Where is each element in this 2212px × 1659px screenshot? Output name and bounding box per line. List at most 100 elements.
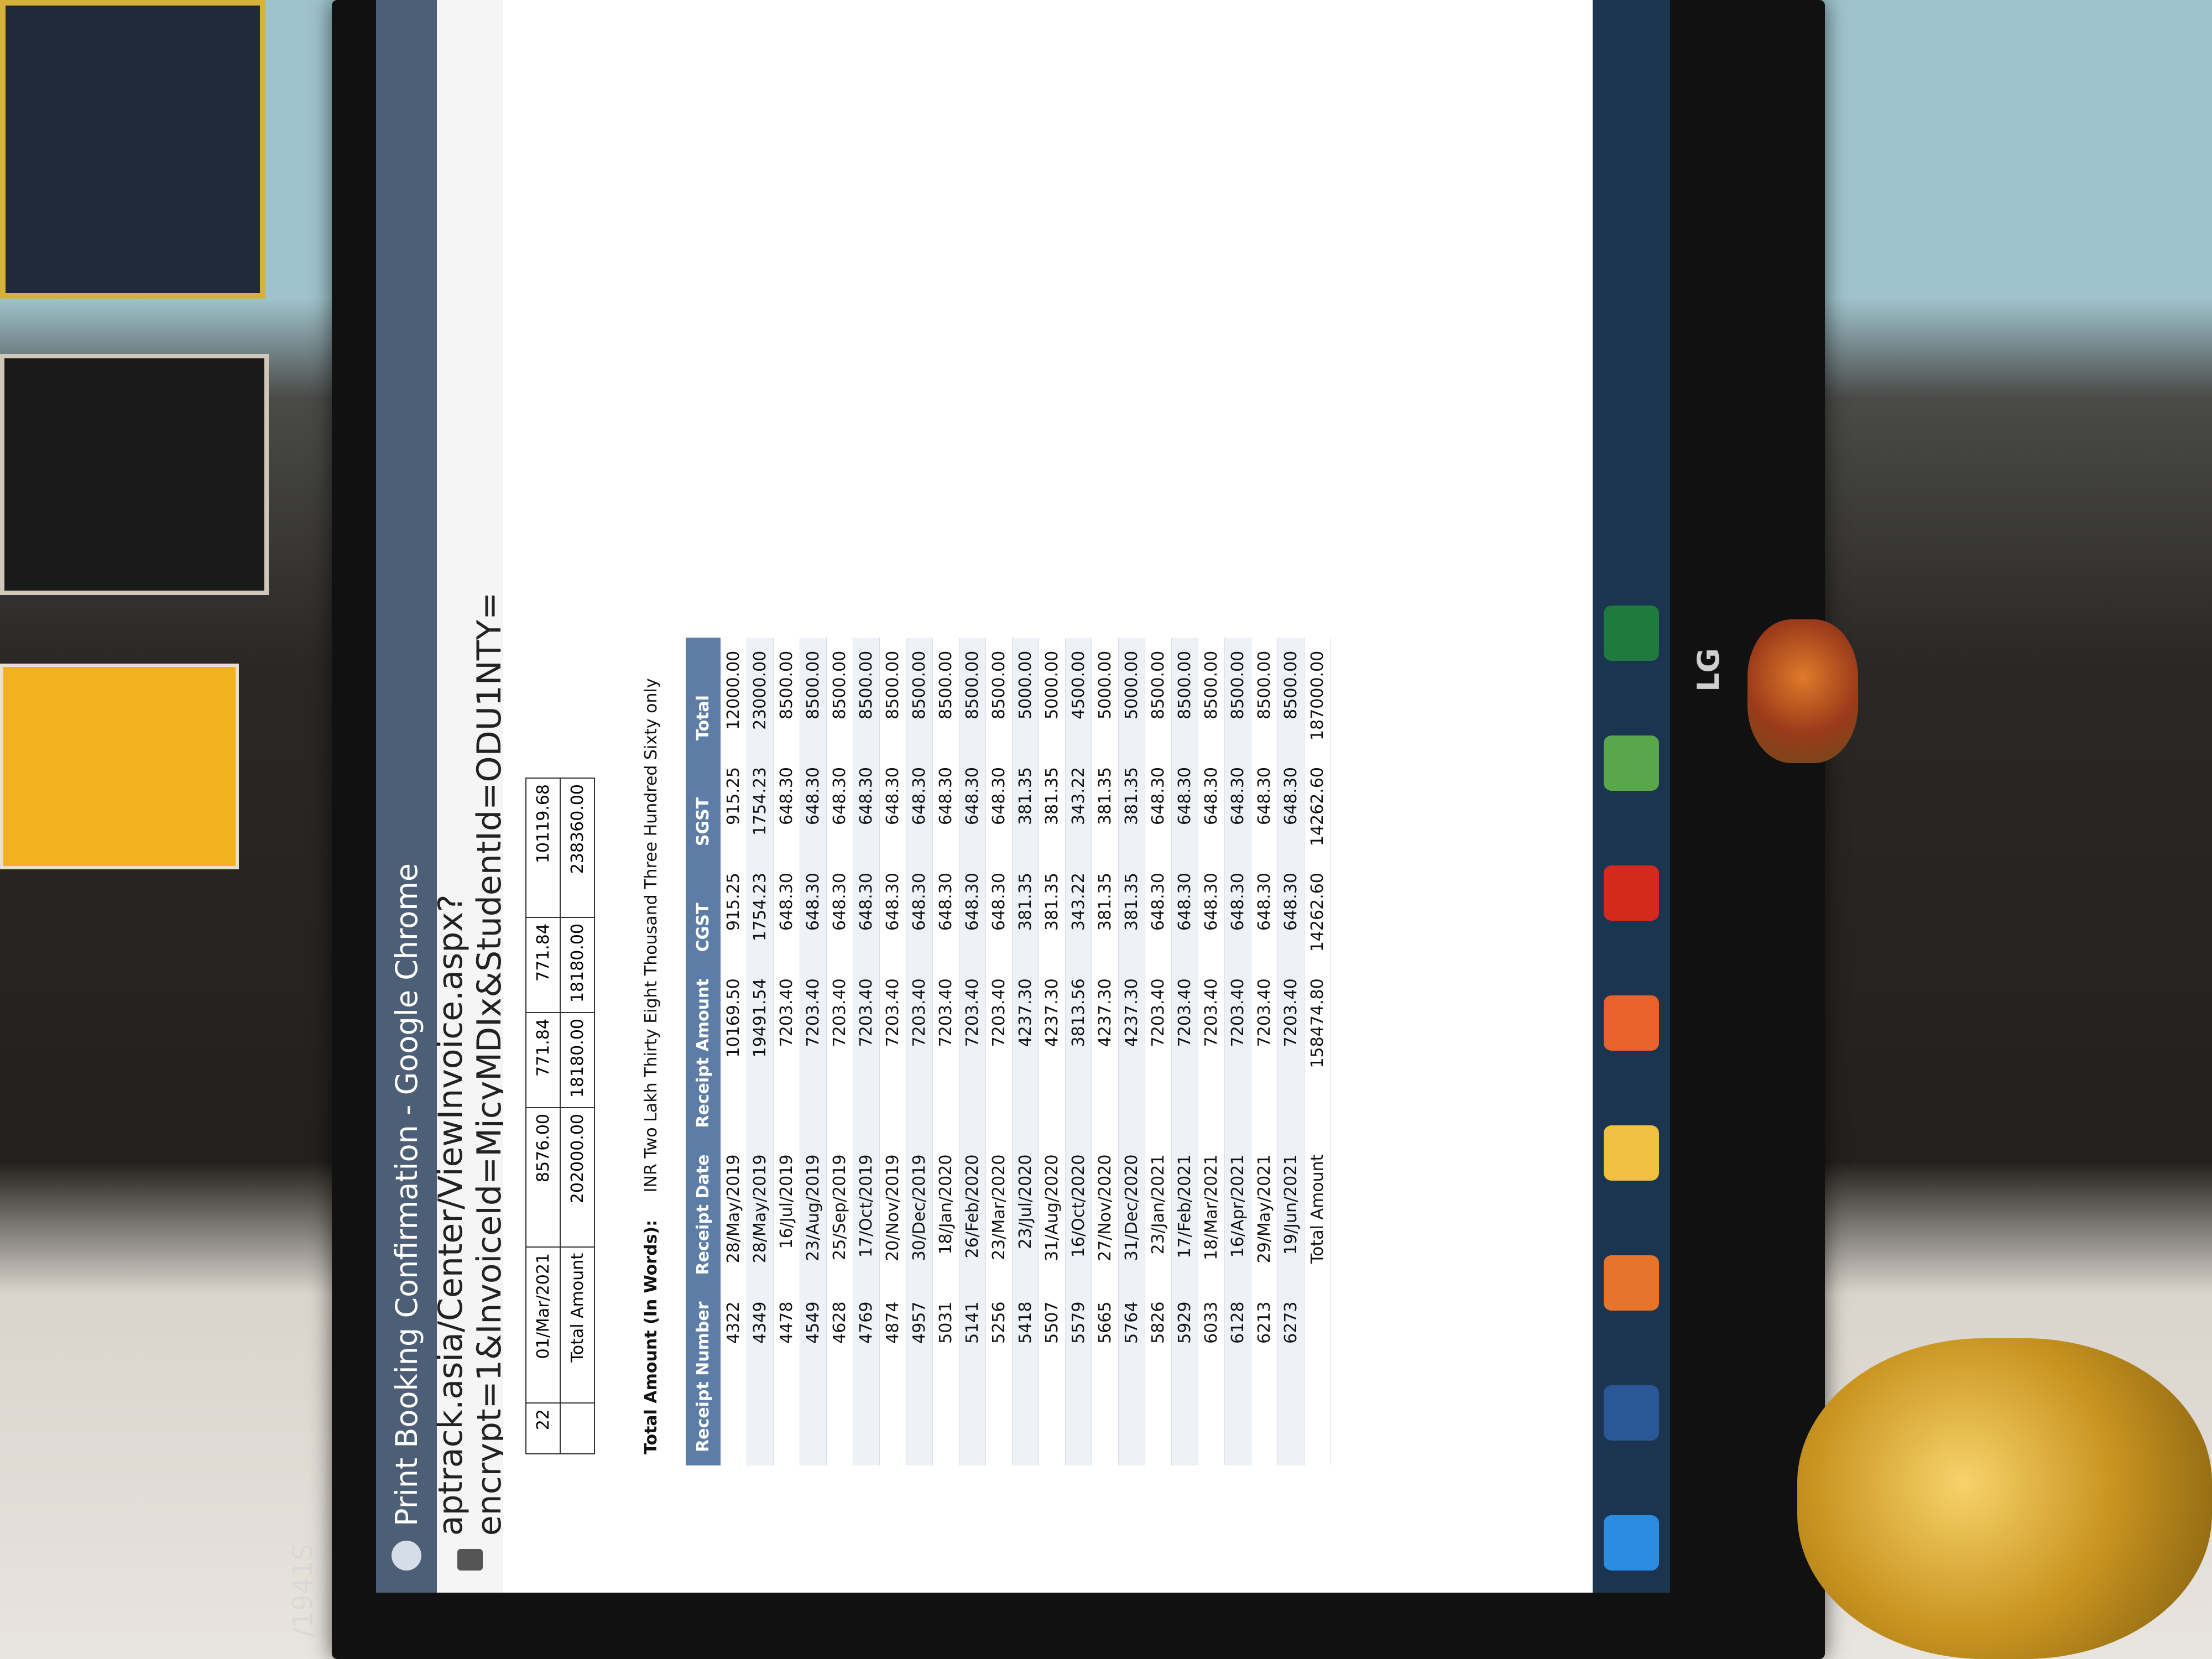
table-cell: 5826: [1145, 1288, 1172, 1465]
table-cell: 648.30: [1171, 859, 1198, 966]
table-cell: 19491.54: [747, 965, 774, 1141]
table-cell: 23/Mar/2020: [985, 1141, 1013, 1288]
table-cell: 8500.00: [879, 637, 906, 754]
table-cell: 27/Nov/2020: [1092, 1141, 1119, 1288]
table-cell: 6033: [1198, 1288, 1225, 1465]
table-cell: 14262.60: [1304, 753, 1331, 860]
table-cell: 648.30: [1251, 753, 1278, 860]
chrome-icon[interactable]: [1604, 735, 1659, 791]
table-cell: 648.30: [800, 753, 827, 860]
table-cell: 8500.00: [1224, 637, 1251, 754]
table-cell: 648.30: [1224, 859, 1251, 966]
table-cell: 5000.00: [1118, 637, 1145, 754]
table-cell: 23/Jan/2021: [1145, 1141, 1172, 1288]
table-row: 5764 31/Dec/2020 4237.30 381.35 381.35 5000.0…: [1118, 637, 1145, 1465]
table-cell: 8500.00: [985, 637, 1013, 754]
table-cell: 4237.30: [1012, 965, 1039, 1141]
table-cell: 648.30: [800, 859, 827, 966]
table-cell: 10119.68: [526, 778, 560, 917]
table-cell: 14262.60: [1304, 859, 1331, 966]
table-cell: 7203.40: [985, 965, 1013, 1141]
table-cell: 648.30: [1224, 753, 1251, 860]
table-cell: [560, 1403, 594, 1454]
table-cell: 648.30: [853, 859, 880, 966]
table-cell: 25/Sep/2019: [826, 1141, 853, 1288]
wall-poster: [0, 0, 265, 299]
table-cell: 915.25: [721, 859, 747, 966]
table-row: 5418 23/Jul/2020 4237.30 381.35 381.35 5000.0…: [1012, 637, 1039, 1465]
word-icon[interactable]: [1604, 1385, 1659, 1441]
invoice-summary-table: 22 01/Mar/2021 8576.00 771.84 771.84 101…: [525, 778, 595, 1454]
table-row: 6213 29/May/2021 7203.40 648.30 648.30 8500.0…: [1251, 637, 1278, 1465]
table-cell: 381.35: [1092, 753, 1119, 860]
table-row: 4874 20/Nov/2019 7203.40 648.30 648.30 8500.0…: [879, 637, 906, 1465]
table-cell: 01/Mar/2021: [526, 1247, 560, 1403]
table-cell: 7203.40: [1251, 965, 1278, 1141]
table-cell: 648.30: [826, 859, 853, 966]
monitor-brand-logo: LG: [1691, 648, 1726, 692]
table-cell: 648.30: [1145, 753, 1172, 860]
table-cell: Total Amount: [1304, 1141, 1331, 1288]
table-cell: 8576.00: [526, 1108, 560, 1247]
table-cell: 7203.40: [906, 965, 933, 1141]
table-cell: 915.25: [721, 753, 747, 860]
table-cell: 5579: [1065, 1288, 1092, 1465]
table-cell: 18180.00: [560, 1013, 594, 1108]
table-cell: 4237.30: [1118, 965, 1145, 1141]
table-row: 4549 23/Aug/2019 7203.40 648.30 648.30 8500.0…: [800, 637, 827, 1465]
ie-icon[interactable]: [1604, 1515, 1659, 1571]
table-cell: 7203.40: [1198, 965, 1225, 1141]
table-cell: 28/May/2019: [721, 1141, 747, 1288]
media-player-icon[interactable]: [1604, 1255, 1659, 1311]
table-cell: 8500.00: [959, 637, 986, 754]
url-text[interactable]: aptrack.asia/Center/ViewInvoice.aspx?enc…: [431, 0, 509, 1536]
excel-icon[interactable]: [1604, 606, 1659, 661]
table-cell: 5000.00: [1092, 637, 1119, 754]
table-cell: 8500.00: [853, 637, 880, 754]
table-cell: 10169.50: [721, 965, 747, 1141]
table-cell: 648.30: [853, 753, 880, 860]
firefox-icon[interactable]: [1604, 995, 1659, 1051]
table-cell: 3813.56: [1065, 965, 1092, 1141]
table-cell: Total Amount: [560, 1247, 594, 1403]
table-cell: 7203.40: [1277, 965, 1305, 1141]
table-cell: 4628: [826, 1288, 853, 1465]
table-row: 5929 17/Feb/2021 7203.40 648.30 648.30 8500.0…: [1171, 637, 1198, 1465]
table-cell: 20/Nov/2019: [879, 1141, 906, 1288]
table-cell: 17/Oct/2019: [853, 1141, 880, 1288]
table-cell: 648.30: [1277, 753, 1305, 860]
browser-window: Print Booking Confirmation - Google Chro…: [376, 0, 1659, 1593]
table-cell: 31/Dec/2020: [1118, 1141, 1145, 1288]
folder-icon[interactable]: [1604, 1125, 1659, 1181]
table-row: 4349 28/May/2019 19491.54 1754.23 1754.23 230…: [747, 637, 774, 1465]
overlay-text: /1941S: [288, 1543, 319, 1637]
table-cell: 381.35: [1092, 859, 1119, 966]
table-cell: 7203.40: [853, 965, 880, 1141]
table-cell: 7203.40: [800, 965, 827, 1141]
table-cell: 7203.40: [959, 965, 986, 1141]
table-cell: 1754.23: [747, 753, 774, 860]
table-cell: 648.30: [932, 753, 959, 860]
table-cell: 4874: [879, 1288, 906, 1465]
acrobat-icon[interactable]: [1604, 865, 1659, 921]
column-header: Receipt Date: [686, 1141, 721, 1288]
table-row: 5665 27/Nov/2020 4237.30 381.35 381.35 5000.0…: [1092, 637, 1119, 1465]
table-cell: 26/Feb/2020: [959, 1141, 986, 1288]
table-cell: 6213: [1251, 1288, 1278, 1465]
invoice-page: 22 01/Mar/2021 8576.00 771.84 771.84 101…: [503, 0, 1659, 1593]
table-row: 6273 19/Jun/2021 7203.40 648.30 648.30 8500.0…: [1277, 637, 1305, 1465]
address-bar[interactable]: aptrack.asia/Center/ViewInvoice.aspx?enc…: [431, 0, 509, 1593]
table-row: 4478 16/Jul/2019 7203.40 648.30 648.30 8500.0…: [773, 637, 800, 1465]
table-cell: 4349: [747, 1288, 774, 1465]
table-cell: 158474.80: [1304, 965, 1331, 1141]
table-cell: 648.30: [985, 859, 1013, 966]
table-row: 5031 18/Jan/2020 7203.40 648.30 648.30 8500.0…: [932, 637, 959, 1465]
table-cell: 23000.00: [747, 637, 774, 754]
table-cell: 7203.40: [879, 965, 906, 1141]
table-cell: 23/Jul/2020: [1012, 1141, 1039, 1288]
table-cell: 18/Mar/2021: [1198, 1141, 1225, 1288]
table-cell: 30/Dec/2019: [906, 1141, 933, 1288]
table-cell: 4237.30: [1092, 965, 1119, 1141]
amount-in-words-value: INR Two Lakh Thirty Eight Thousand Three…: [641, 678, 661, 1193]
table-cell: 8500.00: [1277, 637, 1305, 754]
